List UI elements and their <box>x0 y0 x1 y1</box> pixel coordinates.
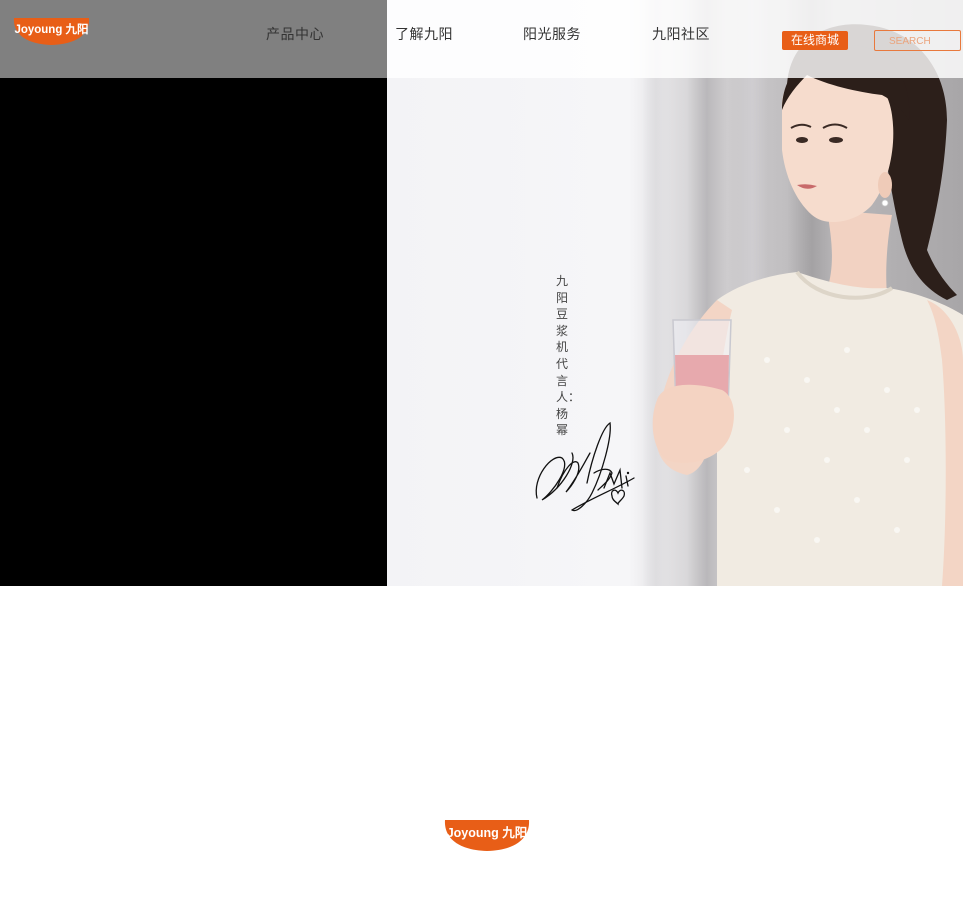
nav-item-about[interactable]: 了解九阳 <box>395 24 453 44</box>
nav-item-service[interactable]: 阳光服务 <box>523 24 581 44</box>
search-input[interactable] <box>874 30 961 51</box>
hero-banner: 九阳豆浆机代言人：杨幂 <box>0 0 963 586</box>
signature-icon <box>535 421 635 512</box>
logo-text: Joyoung 九阳 <box>14 22 88 36</box>
hero-photo <box>387 0 963 586</box>
footer-joyoung-logo[interactable]: Joyoung 九阳 <box>444 818 530 852</box>
nav-item-products[interactable]: 产品中心 <box>266 24 324 44</box>
online-shop-button[interactable]: 在线商城 <box>782 31 848 50</box>
hero-black-panel <box>0 0 387 586</box>
footer-logo-text: Joyoung 九阳 <box>447 825 528 840</box>
hero-caption: 九阳豆浆机代言人：杨幂 <box>556 274 581 438</box>
woman-illustration <box>652 24 963 586</box>
nav-item-community[interactable]: 九阳社区 <box>652 24 710 44</box>
top-navbar: Joyoung 九阳 产品中心 了解九阳 阳光服务 九阳社区 在线商城 <box>0 0 963 78</box>
joyoung-logo[interactable]: Joyoung 九阳 <box>12 16 91 46</box>
